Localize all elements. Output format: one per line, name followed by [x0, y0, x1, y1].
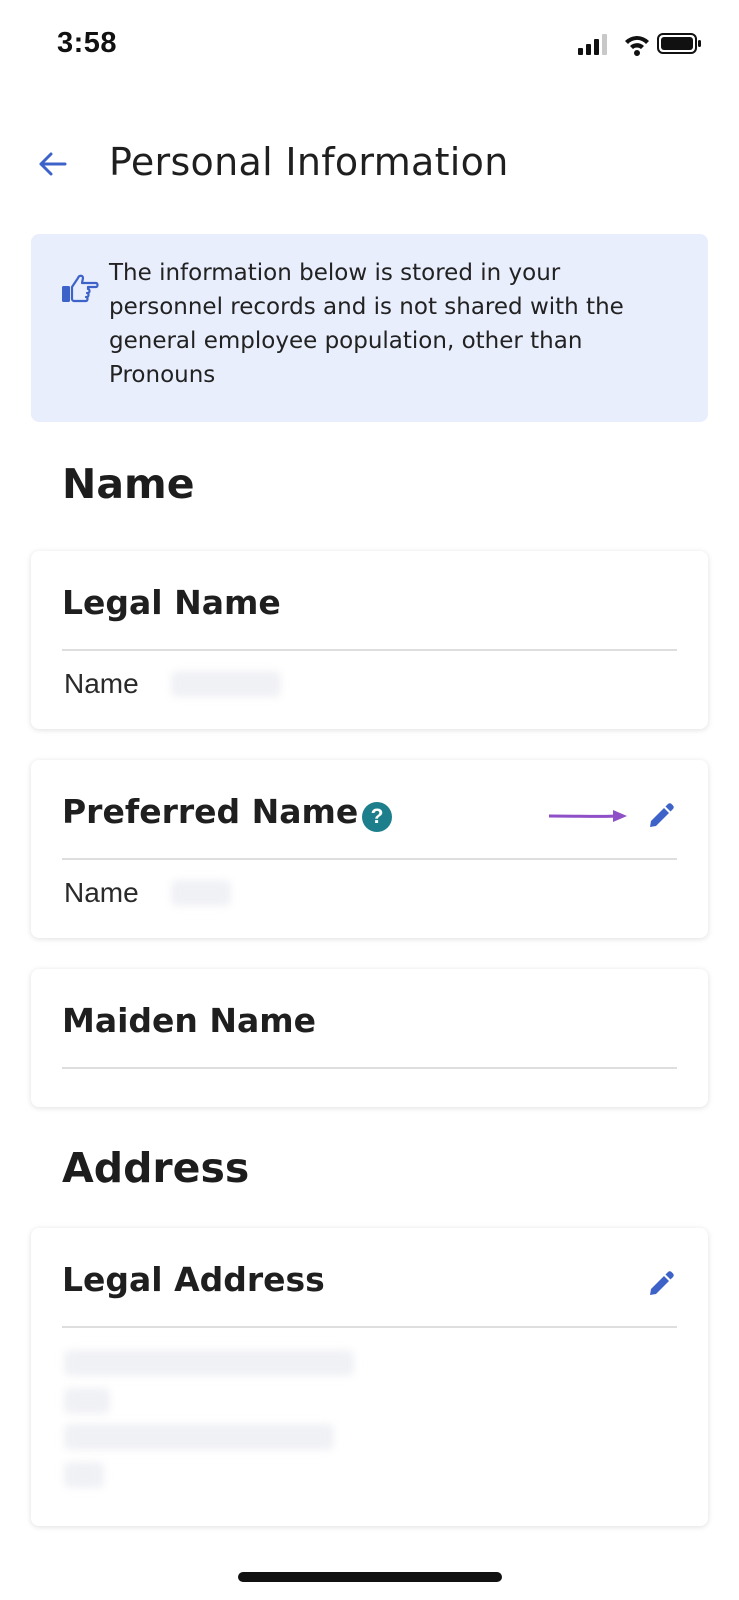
redacted-value	[171, 880, 231, 906]
annotation-arrow-icon	[549, 810, 627, 822]
pencil-icon	[650, 803, 674, 827]
maiden-name-card: Maiden Name	[31, 969, 708, 1107]
thumbs-up-pointing-icon	[62, 274, 99, 303]
section-heading-name: Name	[62, 460, 195, 508]
battery-icon	[657, 33, 701, 54]
divider	[62, 858, 677, 860]
legal-address-card: Legal Address	[31, 1228, 708, 1526]
wifi-icon	[625, 36, 649, 56]
status-time: 3:58	[57, 27, 118, 59]
help-icon[interactable]: ?	[362, 802, 392, 832]
edit-preferred-name-button[interactable]	[643, 800, 677, 834]
pencil-icon	[650, 1271, 674, 1295]
divider	[62, 1067, 677, 1069]
divider	[62, 1326, 677, 1328]
cellular-signal-icon	[578, 34, 607, 55]
redacted-address-line	[64, 1424, 334, 1450]
preferred-name-title: Preferred Name	[62, 792, 359, 831]
arrow-left-icon	[39, 152, 67, 176]
edit-legal-address-button[interactable]	[643, 1268, 677, 1302]
preferred-name-value-label: Name	[64, 877, 139, 908]
redacted-address-line	[64, 1388, 110, 1414]
redacted-address-line	[64, 1350, 354, 1376]
legal-address-title: Legal Address	[62, 1260, 325, 1299]
info-banner: The information below is stored in your …	[31, 234, 708, 422]
legal-name-card: Legal Name Name	[31, 551, 708, 729]
legal-name-title: Legal Name	[62, 583, 281, 622]
status-icons	[578, 33, 701, 56]
back-button[interactable]	[36, 148, 68, 180]
page-title: Personal Information	[109, 140, 509, 184]
banner-text: The information below is stored in your …	[109, 260, 624, 388]
preferred-name-card: Preferred Name ? Name	[31, 760, 708, 938]
section-heading-address: Address	[62, 1144, 250, 1192]
divider	[62, 649, 677, 651]
redacted-value	[171, 671, 281, 697]
redacted-address-line	[64, 1462, 104, 1488]
home-indicator	[238, 1572, 502, 1582]
maiden-name-title: Maiden Name	[62, 1001, 317, 1040]
legal-name-value-label: Name	[64, 668, 139, 699]
